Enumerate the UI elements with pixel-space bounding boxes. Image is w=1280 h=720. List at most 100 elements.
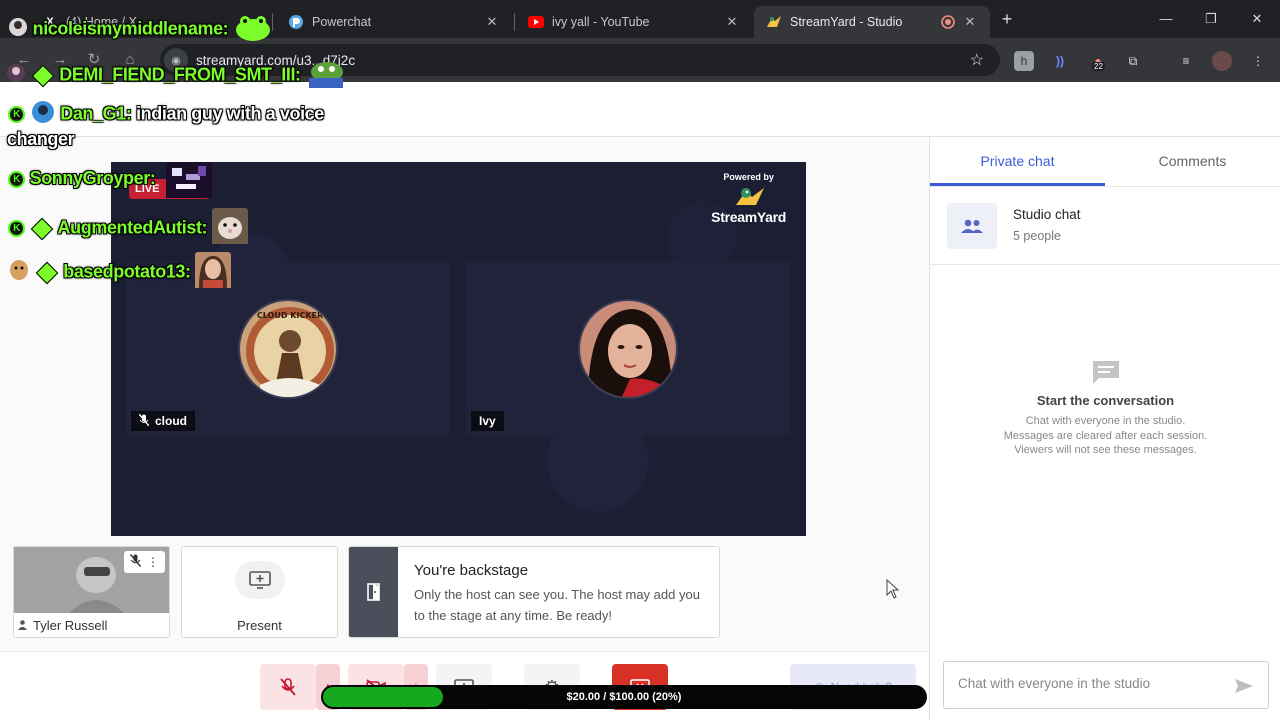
new-tab-button[interactable]: + (996, 8, 1018, 30)
more-options-icon[interactable]: ⋮ (147, 555, 159, 569)
person-icon (18, 618, 27, 633)
powered-by-text: Powered by (723, 172, 774, 182)
potato-avatar-icon (8, 259, 30, 286)
tab-title: StreamYard - Studio (790, 15, 903, 29)
subscriber-gem-icon (35, 261, 58, 284)
room-title: Studio chat (1013, 207, 1081, 222)
minimize-icon[interactable]: — (1154, 8, 1178, 30)
people-icon (947, 203, 997, 249)
overlay-message-text: indian guy with a voice (136, 103, 324, 124)
mic-muted-icon (280, 678, 296, 696)
kick-badge-icon: K (8, 170, 25, 188)
bookmark-star-icon[interactable]: ☆ (970, 50, 984, 70)
mic-muted-icon[interactable] (129, 554, 142, 570)
user-avatar-icon (8, 17, 28, 42)
mic-muted-icon (138, 413, 150, 429)
subscriber-gem-icon (31, 64, 54, 87)
overlay-chat-message: K AugmentedAutist: (8, 208, 248, 249)
close-tab-icon[interactable]: ✕ (962, 14, 978, 30)
self-preview-card[interactable]: ⋮ Tyler Russell (13, 546, 170, 638)
donation-goal-text: $20.00 / $100.00 (20%) (566, 691, 682, 703)
extension-icon[interactable]: ● 22 (1088, 51, 1108, 71)
frog-emote-icon (233, 12, 273, 47)
overlay-username: DEMI_FIEND_FROM_SMT_III: (59, 64, 301, 85)
toggle-mic-button[interactable] (260, 664, 316, 710)
overlay-chat-message: basedpotato13: (8, 252, 232, 293)
backstage-door-icon (349, 547, 398, 637)
empty-state-line: Chat with everyone in the studio. (1025, 415, 1186, 427)
youtube-logo-icon (528, 14, 544, 30)
tab-private-chat[interactable]: Private chat (930, 137, 1105, 186)
recording-indicator-icon (940, 14, 956, 30)
backstage-title: You're backstage (414, 562, 529, 579)
powerchat-logo-icon (288, 14, 304, 30)
chat-input-box (943, 661, 1269, 709)
overlay-chat-message: K SonnyGroyper: (8, 162, 212, 198)
self-card-controls: ⋮ (124, 551, 165, 573)
mouse-cursor-icon (886, 578, 900, 599)
send-icon[interactable] (1234, 676, 1254, 696)
chat-panel: Private chat Comments Studio chat 5 peop… (929, 137, 1280, 720)
empty-state-line: Viewers will not see these messages. (1014, 444, 1197, 456)
user-avatar-icon (6, 63, 26, 88)
empty-state-title: Start the conversation (1036, 393, 1175, 408)
present-label: Present (237, 618, 282, 633)
tab-powerchat[interactable]: Powerchat ✕ (276, 6, 512, 38)
restore-window-icon[interactable]: ❐ (1199, 8, 1223, 30)
user-avatar-icon (30, 100, 56, 129)
self-name: Tyler Russell (33, 618, 108, 633)
extension-icon[interactable]: h (1014, 51, 1034, 71)
profile-avatar[interactable] (1212, 51, 1232, 71)
streamyard-logo-icon (766, 14, 782, 30)
kick-badge-icon: K (8, 220, 25, 237)
overlay-username: AugmentedAutist: (57, 217, 208, 238)
tab-comments[interactable]: Comments (1105, 137, 1280, 186)
present-screen-icon (235, 561, 285, 599)
close-tab-icon[interactable]: ✕ (724, 14, 740, 30)
kick-badge-icon: K (8, 106, 25, 123)
extensions-puzzle-icon[interactable]: ⧉ (1123, 51, 1143, 71)
room-member-count: 5 people (1013, 229, 1061, 243)
overlay-username: SonnyGroyper: (29, 168, 156, 188)
pepe-emote-icon (305, 58, 347, 93)
streamyard-wordmark: StreamYard (711, 209, 786, 225)
close-window-icon[interactable]: ✕ (1245, 8, 1269, 30)
overlay-chat-message: K Dan_G1: indian guy with a voice (8, 100, 324, 129)
participant-avatar (578, 299, 678, 399)
chat-bubble-icon (1091, 359, 1121, 385)
tab-title: Powerchat (312, 15, 372, 29)
face-emote-icon (195, 252, 232, 293)
participant-name: cloud (155, 414, 187, 428)
animal-emote-icon (211, 208, 248, 249)
tab-youtube[interactable]: ivy yall - YouTube ✕ (516, 6, 752, 38)
backstage-notice: You're backstage Only the host can see y… (348, 546, 720, 638)
donation-goal-bar: $20.00 / $100.00 (20%) (321, 685, 927, 709)
tab-title: ivy yall - YouTube (552, 15, 650, 29)
tab-streamyard[interactable]: StreamYard - Studio ✕ (754, 6, 990, 38)
empty-state-line: Messages are cleared after each session. (1003, 429, 1208, 442)
participant-name: Ivy (479, 414, 496, 428)
overlay-message-text: changer (7, 129, 75, 149)
chat-empty-state: Start the conversation Chat with everyon… (930, 359, 1280, 458)
present-button[interactable]: Present (181, 546, 338, 638)
extension-badge: 22 (1092, 62, 1105, 71)
backstage-body: Only the host can see you. The host may … (414, 587, 700, 623)
media-control-icon[interactable]: ≡ (1176, 51, 1196, 71)
chat-input[interactable] (958, 676, 1228, 691)
participant-avatar: CLOUD KICKER (238, 299, 338, 399)
overlay-username: nicoleismymiddlename: (32, 18, 229, 39)
streamyard-duck-icon (732, 185, 766, 209)
avatar-caption: CLOUD KICKER (257, 311, 323, 320)
extension-icon[interactable]: )) (1050, 51, 1070, 71)
close-tab-icon[interactable]: ✕ (484, 14, 500, 30)
overlay-username: basedpotato13: (63, 261, 191, 282)
participant-tile-ivy[interactable]: Ivy (466, 261, 790, 436)
browser-menu-icon[interactable]: ⋮ (1248, 51, 1268, 71)
tab-divider (514, 13, 515, 31)
studio-chat-room[interactable]: Studio chat 5 people (930, 187, 1280, 265)
overlay-chat-message: nicoleismymiddlename: (8, 12, 273, 47)
self-card-label: Tyler Russell (18, 618, 107, 633)
subscriber-gem-icon (30, 217, 53, 240)
participant-nametag: cloud (131, 411, 195, 431)
participant-nametag: Ivy (471, 411, 504, 431)
